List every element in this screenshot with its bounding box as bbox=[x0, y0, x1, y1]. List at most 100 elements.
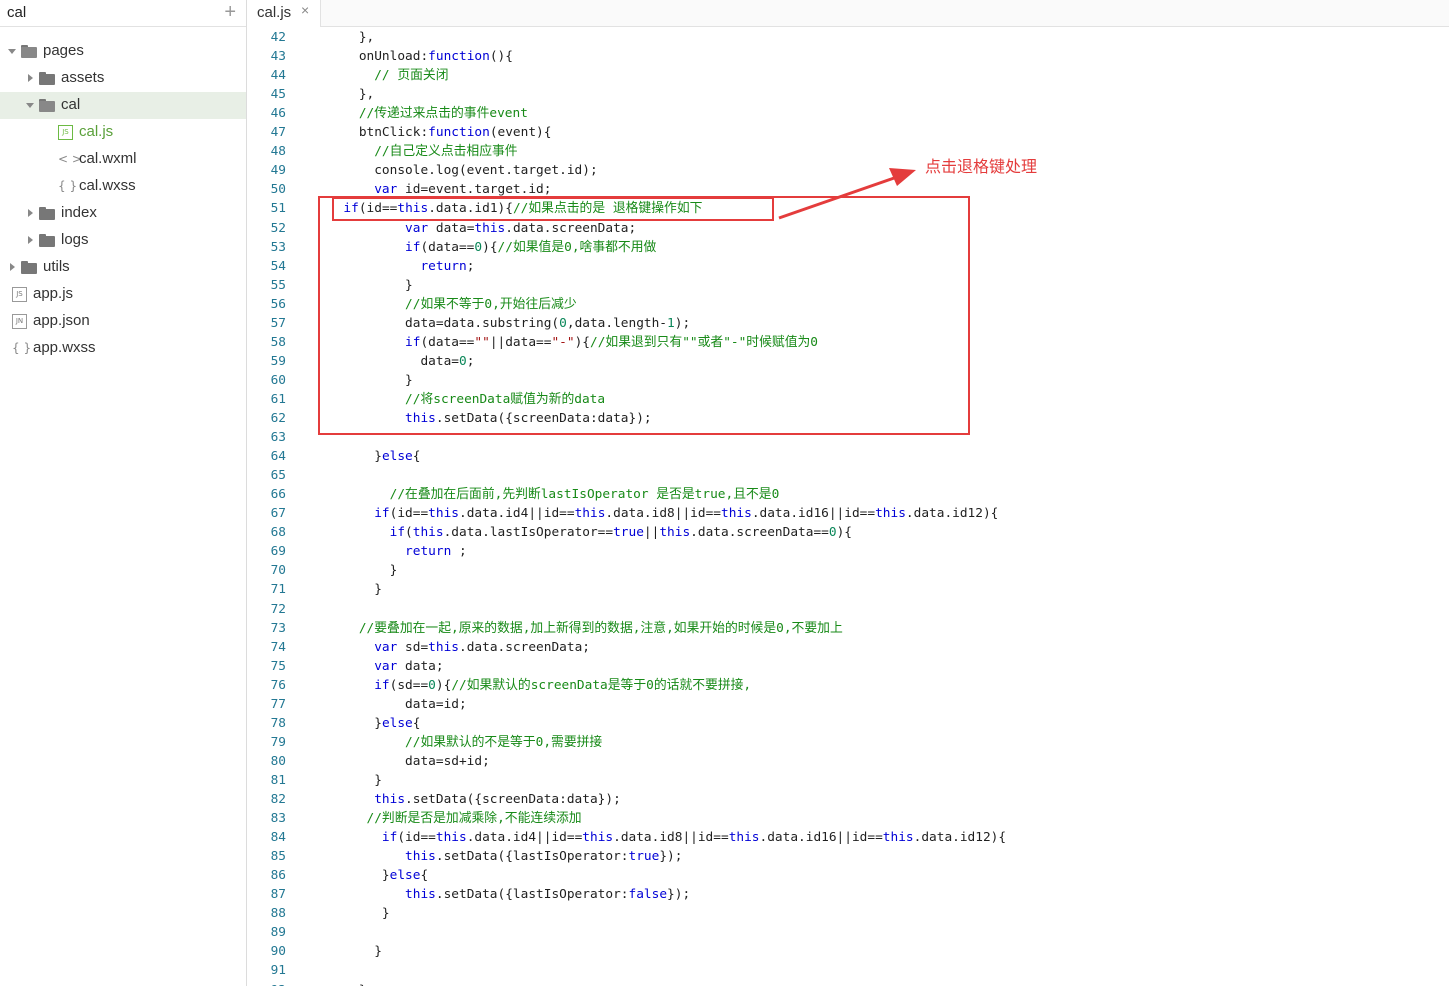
tree-item-app-json[interactable]: JN app.json bbox=[0, 308, 246, 335]
code-line[interactable]: 73 //要叠加在一起,原来的数据,加上新得到的数据,注意,如果开始的时候是0,… bbox=[248, 619, 1449, 638]
tree-item-cal-wxss[interactable]: { } cal.wxss bbox=[0, 173, 246, 200]
code-line[interactable]: 71 } bbox=[248, 580, 1449, 599]
code-line[interactable]: 46 //传递过来点击的事件event bbox=[248, 104, 1449, 123]
code-text: } bbox=[328, 942, 382, 961]
js-file-icon: JS bbox=[58, 125, 73, 140]
tree-item-utils[interactable]: utils bbox=[0, 254, 246, 281]
line-number: 82 bbox=[270, 792, 286, 807]
code-text: this.setData({screenData:data}); bbox=[328, 790, 621, 809]
tree-item-cal-wxml[interactable]: < > cal.wxml bbox=[0, 146, 246, 173]
line-number: 76 bbox=[270, 677, 286, 693]
tree-item-assets[interactable]: assets bbox=[0, 65, 246, 92]
chevron-right-icon[interactable] bbox=[28, 74, 33, 82]
code-line[interactable]: 78 }else{ bbox=[248, 714, 1449, 733]
tree-item-cal[interactable]: cal bbox=[0, 92, 246, 119]
code-line[interactable]: 47 btnClick:function(event){ bbox=[248, 123, 1449, 142]
code-token: .data.id12){ bbox=[905, 506, 999, 522]
add-file-icon[interactable]: + bbox=[224, 1, 236, 24]
code-line[interactable]: 88 } bbox=[248, 904, 1449, 923]
code-line[interactable]: 42 }, bbox=[248, 28, 1449, 47]
code-line[interactable]: 82 this.setData({screenData:data}); bbox=[248, 790, 1449, 809]
code-line[interactable]: 68 if(this.data.lastIsOperator==true||th… bbox=[248, 523, 1449, 542]
code-line[interactable]: 81 } bbox=[248, 771, 1449, 790]
code-line[interactable]: 90 } bbox=[248, 942, 1449, 961]
chevron-right-icon[interactable] bbox=[10, 263, 15, 271]
line-number: 87 bbox=[270, 887, 286, 903]
code-line[interactable]: 65 bbox=[248, 466, 1449, 485]
code-token: btnClick: bbox=[328, 125, 429, 141]
code-line[interactable]: 70 } bbox=[248, 561, 1449, 580]
tree-item-app-js[interactable]: JS app.js bbox=[0, 281, 246, 308]
chevron-down-icon[interactable] bbox=[8, 49, 16, 54]
tree-item-pages[interactable]: pages bbox=[0, 38, 246, 65]
code-text: var sd=this.data.screenData; bbox=[328, 638, 590, 657]
code-token: this bbox=[412, 525, 444, 541]
code-line[interactable]: 67 if(id==this.data.id4||id==this.data.i… bbox=[248, 504, 1449, 523]
tree-item-label: cal bbox=[61, 96, 81, 113]
code-line[interactable]: 80 data=sd+id; bbox=[248, 752, 1449, 771]
code-token: { bbox=[412, 715, 421, 731]
code-line[interactable]: 64 }else{ bbox=[248, 447, 1449, 466]
code-line[interactable]: 77 data=id; bbox=[248, 695, 1449, 714]
tree-item-app-wxss[interactable]: { } app.wxss bbox=[0, 335, 246, 362]
code-line[interactable]: 43 onUnload:function(){ bbox=[248, 47, 1449, 66]
code-line[interactable]: 84 if(id==this.data.id4||id==this.data.i… bbox=[248, 828, 1449, 847]
line-number: 74 bbox=[270, 639, 286, 655]
code-line[interactable]: 66 //在叠加在后面前,先判断lastIsOperator 是否是true,且… bbox=[248, 485, 1449, 504]
line-number: 72 bbox=[270, 601, 286, 617]
line-number: 44 bbox=[270, 68, 286, 84]
code-line[interactable]: 85 this.setData({lastIsOperator:true}); bbox=[248, 847, 1449, 866]
code-line[interactable]: 48 //自己定义点击相应事件 bbox=[248, 142, 1449, 161]
code-token: .setData({lastIsOperator: bbox=[435, 887, 629, 903]
code-token: .data.id8||id== bbox=[605, 506, 721, 522]
tab-cal-js[interactable]: cal.js × bbox=[248, 0, 321, 27]
code-line[interactable]: 69 return ; bbox=[248, 542, 1449, 561]
code-line[interactable]: 44 // 页面关闭 bbox=[248, 66, 1449, 85]
folder-icon bbox=[21, 45, 37, 58]
explorer-header: cal + bbox=[0, 0, 246, 27]
code-token: } bbox=[328, 906, 390, 922]
tree-item-logs[interactable]: logs bbox=[0, 227, 246, 254]
code-line[interactable]: 72 bbox=[248, 600, 1449, 619]
chevron-right-icon[interactable] bbox=[28, 209, 33, 217]
code-line[interactable]: 76 if(sd==0){//如果默认的screenData是等于0的话就不要拼… bbox=[248, 676, 1449, 695]
tree-item-label: index bbox=[61, 204, 97, 221]
tree-item-index[interactable]: index bbox=[0, 200, 246, 227]
code-line[interactable]: 83 //判断是否是加减乘除,不能连续添加 bbox=[248, 809, 1449, 828]
code-token: this bbox=[428, 506, 459, 522]
code-token: var bbox=[328, 639, 398, 655]
line-number: 92 bbox=[248, 981, 286, 986]
annotation-box-large bbox=[318, 196, 970, 435]
code-line[interactable]: 87 this.setData({lastIsOperator:false}); bbox=[248, 885, 1449, 904]
code-line[interactable]: 89 bbox=[248, 923, 1449, 942]
code-line[interactable]: 75 var data; bbox=[248, 657, 1449, 676]
code-text: if(sd==0){//如果默认的screenData是等于0的话就不要拼接, bbox=[328, 676, 751, 695]
tree-item-label: logs bbox=[61, 231, 89, 248]
tree-item-label: assets bbox=[61, 69, 105, 86]
code-line[interactable]: 91 bbox=[248, 961, 1449, 980]
code-token: .data.screenData== bbox=[690, 525, 829, 541]
chevron-right-icon[interactable] bbox=[28, 236, 33, 244]
code-token: this bbox=[659, 525, 691, 541]
tree-item-cal-js[interactable]: JS cal.js bbox=[0, 119, 246, 146]
code-editor[interactable]: 42 }, 43 onUnload:function(){44 // 页面关闭 45… bbox=[248, 28, 1449, 986]
code-line[interactable]: 86 }else{ bbox=[248, 866, 1449, 885]
chevron-down-icon[interactable] bbox=[26, 103, 34, 108]
code-token: true bbox=[628, 849, 660, 865]
project-title: cal bbox=[7, 4, 27, 21]
code-line[interactable]: 79 //如果默认的不是等于0,需要拼接 bbox=[248, 733, 1449, 752]
tab-bar: cal.js × bbox=[248, 0, 1449, 27]
code-token: this bbox=[720, 506, 752, 522]
code-token: this bbox=[328, 887, 436, 903]
annotation-label: 点击退格键处理 bbox=[925, 159, 1038, 176]
code-line[interactable]: 45 }, bbox=[248, 85, 1449, 104]
line-number: 47 bbox=[270, 125, 286, 141]
close-icon[interactable]: × bbox=[301, 2, 309, 18]
code-line[interactable]: 92 }, bbox=[248, 981, 1449, 986]
tree-item-label: app.wxss bbox=[33, 339, 96, 356]
code-line[interactable]: 74 var sd=this.data.screenData; bbox=[248, 638, 1449, 657]
code-token: .data.id12){ bbox=[913, 830, 1007, 846]
code-token: this bbox=[882, 830, 914, 846]
line-number: 80 bbox=[270, 753, 286, 769]
code-line[interactable]: 49 console.log(event.target.id); bbox=[248, 161, 1449, 180]
